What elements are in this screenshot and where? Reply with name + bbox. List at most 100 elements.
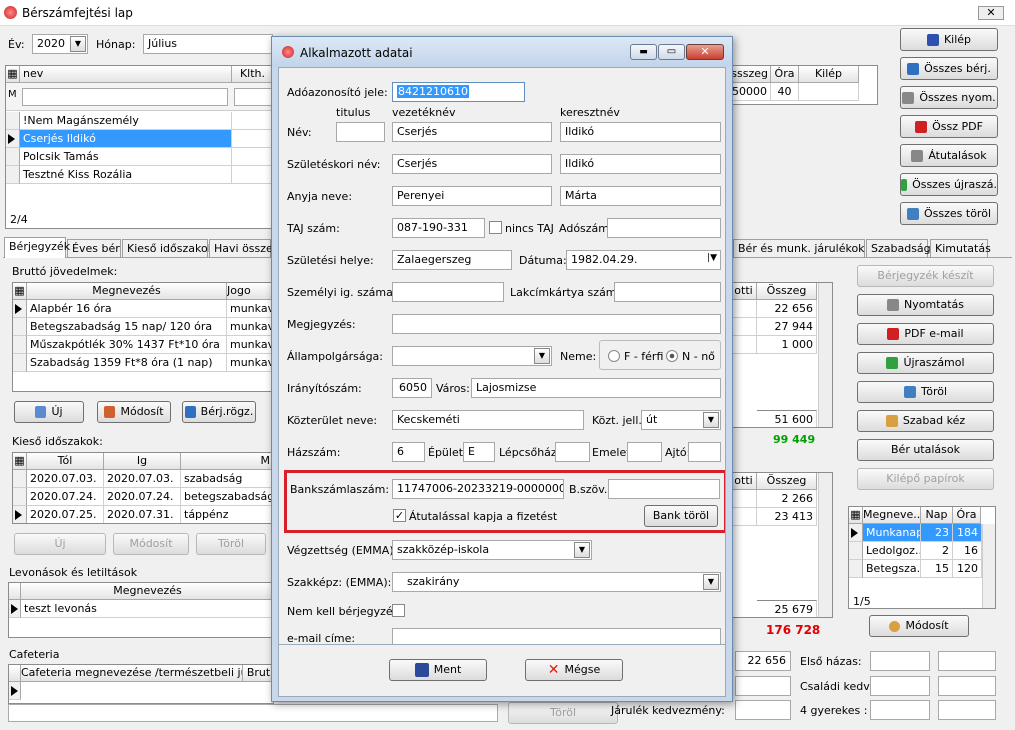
close-icon[interactable]: ✕: [686, 44, 724, 60]
anyja-keresztnev-field[interactable]: Márta: [560, 186, 721, 206]
titulus-field[interactable]: [336, 122, 385, 142]
nap-row[interactable]: Ledolgoz...: [863, 542, 921, 560]
cafeteria-input[interactable]: [8, 704, 498, 722]
tab-6[interactable]: Kimutatás: [930, 239, 991, 257]
table-row[interactable]: Műszakpótlék 30% 1437 Ft*10 óra: [27, 336, 227, 354]
elso-hazas-field-2[interactable]: [938, 651, 996, 671]
col-header-megnevezes[interactable]: Megnevezés: [21, 583, 273, 600]
table-row[interactable]: Betegszabadság 15 nap/ 120 óra: [27, 318, 227, 336]
berjegyzek-keszit-button[interactable]: Bérjegyzék készít: [857, 265, 994, 287]
osszes-berj-button[interactable]: Összes bérj.: [900, 57, 998, 80]
keresztnev-field[interactable]: Ildikó: [560, 122, 721, 142]
col-header-jogcim[interactable]: Jogo: [227, 283, 273, 300]
name-filter-input[interactable]: [22, 88, 228, 106]
col-header-otti[interactable]: otti: [731, 473, 757, 490]
levonas-grid[interactable]: Megnevezés teszt levonás: [8, 582, 274, 638]
bszov-field[interactable]: [608, 479, 720, 499]
megjegyzes-field[interactable]: [392, 314, 721, 334]
nemkell-checkbox[interactable]: [392, 604, 405, 617]
adoszam-field[interactable]: [607, 218, 721, 238]
employee-grid[interactable]: ▦ nev Klth. M !Nem Magánszemély Cserjés …: [5, 65, 273, 229]
szul-keresztnev-field[interactable]: Ildikó: [560, 154, 721, 174]
minimize-icon[interactable]: ▬: [630, 44, 657, 60]
emelet-field[interactable]: [627, 442, 662, 462]
col-header-megnevezes[interactable]: Megneve...: [863, 507, 921, 524]
scrollbar[interactable]: [818, 283, 832, 427]
ber-utalasok-button[interactable]: Bér utalások: [857, 439, 994, 461]
table-row[interactable]: Alapbér 16 óra: [27, 300, 227, 318]
tol-cell[interactable]: 2020.07.03.: [27, 470, 104, 488]
grid-settings-icon[interactable]: ▦: [13, 283, 27, 300]
gyerekes-field-2[interactable]: [938, 700, 996, 720]
osszes-torol-button[interactable]: Összes töröl: [900, 202, 998, 225]
elso-hazas-field[interactable]: [870, 651, 930, 671]
col-header-osszeg[interactable]: Összeg: [757, 473, 817, 490]
grid-settings-icon[interactable]: ▦: [13, 453, 27, 470]
grid-settings-icon[interactable]: ▦: [849, 507, 863, 524]
brutto-grid[interactable]: ▦ Megnevezés Jogo Alapbér 16 óra munkavi…: [12, 282, 274, 392]
csaladi-field[interactable]: [870, 676, 930, 696]
tab-4[interactable]: Bér és munk. járulékok lista: [733, 239, 891, 257]
scrollbar[interactable]: [982, 524, 995, 608]
bank-field[interactable]: 11747006-20233219-00000000: [392, 479, 564, 499]
employee-row[interactable]: Tesztné Kiss Rozália: [20, 166, 232, 184]
tol-cell[interactable]: 2020.07.25.: [27, 506, 104, 523]
table-row[interactable]: teszt levonás: [21, 600, 273, 618]
torol-button[interactable]: Töröl: [857, 381, 994, 403]
jarulek-sum-grid[interactable]: otti Összeg 2 266 23 413 25 679: [730, 472, 833, 618]
no-radio[interactable]: [666, 350, 678, 362]
kieso-modosit-button[interactable]: Módosít: [113, 533, 189, 555]
col-header-cafeteria[interactable]: Cafeteria megnevezése /természetbeli jut…: [21, 665, 243, 682]
szabad-kez-button[interactable]: Szabad kéz: [857, 410, 994, 432]
tab-2[interactable]: Kieső időszakok: [122, 239, 214, 257]
empty-field[interactable]: [735, 676, 791, 696]
col-header-klth[interactable]: Klth.: [232, 66, 272, 83]
osszes-ujraszamol-button[interactable]: Összes újraszá.: [900, 173, 998, 196]
vegzettseg-select[interactable]: szakközép-iskola ▼: [392, 540, 592, 560]
klth-filter-input[interactable]: [234, 88, 272, 106]
ment-button[interactable]: Ment: [389, 659, 487, 681]
csaladi-field-2[interactable]: [938, 676, 996, 696]
col-header-brutto[interactable]: Brut: [243, 665, 273, 682]
tab-1[interactable]: Éves bér: [67, 239, 121, 257]
gyerekes-field[interactable]: [870, 700, 930, 720]
uj-button[interactable]: Új: [14, 401, 84, 423]
lepcso-field[interactable]: [555, 442, 590, 462]
kieso-uj-button[interactable]: Új: [14, 533, 106, 555]
employee-row[interactable]: Cserjés Ildikó: [20, 130, 232, 148]
calendar-dropdown-icon[interactable]: |▼: [707, 253, 717, 263]
modosit-button[interactable]: Módosít: [97, 401, 171, 423]
kieso-grid[interactable]: ▦ Tól Ig M 2020.07.03. 2020.07.03. szaba…: [12, 452, 274, 524]
szul-hely-field[interactable]: Zalaegerszeg: [392, 250, 512, 270]
tab-0[interactable]: Bérjegyzék: [4, 237, 70, 258]
allampolg-select[interactable]: ▼: [392, 346, 552, 366]
col-header-otti[interactable]: otti: [731, 283, 757, 300]
scrollbar[interactable]: [818, 473, 832, 617]
kieso-torol-button[interactable]: Töröl: [196, 533, 266, 555]
bank-torol-button[interactable]: Bank töröl: [644, 505, 718, 527]
col-header-osszeg[interactable]: Összeg: [757, 283, 817, 300]
month-select[interactable]: Július: [143, 34, 273, 54]
lakcim-field[interactable]: [614, 282, 721, 302]
megse-button[interactable]: ✕ Mégse: [525, 659, 623, 681]
ossz-pdf-button[interactable]: Össz PDF: [900, 115, 998, 138]
vezeteknev-field[interactable]: Cserjés: [392, 122, 552, 142]
col-header-tol[interactable]: Tól: [27, 453, 104, 470]
nap-modosit-button[interactable]: Módosít: [869, 615, 969, 637]
employee-row[interactable]: Polcsik Tamás: [20, 148, 232, 166]
cafeteria-grid[interactable]: Cafeteria megnevezése /természetbeli jut…: [8, 664, 274, 704]
nyomtatas-button[interactable]: Nyomtatás: [857, 294, 994, 316]
tol-cell[interactable]: 2020.07.24.: [27, 488, 104, 506]
brutto-sum-grid[interactable]: otti Összeg 22 656 27 944 1 000 51 600: [730, 282, 833, 428]
kilepo-papirok-button[interactable]: Kilépő papírok: [857, 468, 994, 490]
osszes-nyom-button[interactable]: Összes nyom.: [900, 86, 998, 109]
epulet-field[interactable]: E: [463, 442, 495, 462]
taj-field[interactable]: 087-190-331: [392, 218, 485, 238]
table-row[interactable]: Szabadság 1359 Ft*8 óra (1 nap): [27, 354, 227, 372]
nap-row[interactable]: Betegsza...: [863, 560, 921, 578]
col-header-ora[interactable]: Óra: [771, 66, 799, 83]
szemelyi-field[interactable]: [392, 282, 504, 302]
atutalasok-button[interactable]: Átutalások: [900, 144, 998, 167]
irsz-field[interactable]: 6050: [392, 378, 432, 398]
employee-row[interactable]: !Nem Magánszemély: [20, 112, 232, 130]
